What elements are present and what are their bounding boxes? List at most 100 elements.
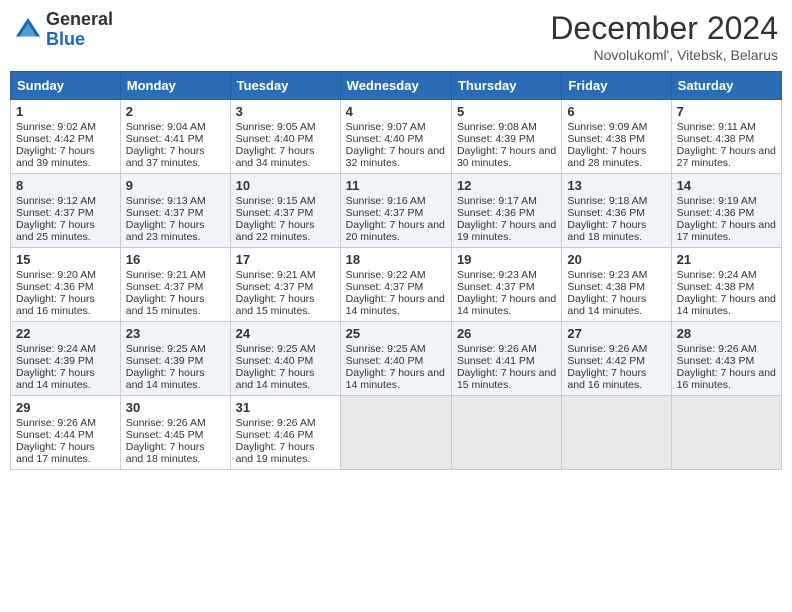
sunrise: Sunrise: 9:15 AM (236, 195, 316, 207)
calendar-week-4: 22Sunrise: 9:24 AMSunset: 4:39 PMDayligh… (11, 322, 782, 396)
sunset: Sunset: 4:40 PM (346, 355, 424, 367)
daylight: Daylight: 7 hours and 19 minutes. (457, 219, 556, 243)
calendar-cell: 12Sunrise: 9:17 AMSunset: 4:36 PMDayligh… (451, 174, 561, 248)
day-number: 3 (236, 104, 335, 119)
sunrise: Sunrise: 9:08 AM (457, 121, 537, 133)
day-number: 10 (236, 178, 335, 193)
day-number: 19 (457, 252, 556, 267)
calendar-cell: 21Sunrise: 9:24 AMSunset: 4:38 PMDayligh… (671, 248, 781, 322)
day-number: 29 (16, 400, 115, 415)
logo-icon (14, 16, 42, 44)
calendar-week-5: 29Sunrise: 9:26 AMSunset: 4:44 PMDayligh… (11, 396, 782, 470)
sunrise: Sunrise: 9:12 AM (16, 195, 96, 207)
sunrise: Sunrise: 9:26 AM (567, 343, 647, 355)
calendar-week-3: 15Sunrise: 9:20 AMSunset: 4:36 PMDayligh… (11, 248, 782, 322)
sunrise: Sunrise: 9:26 AM (126, 417, 206, 429)
calendar-cell: 23Sunrise: 9:25 AMSunset: 4:39 PMDayligh… (120, 322, 230, 396)
sunset: Sunset: 4:38 PM (567, 281, 645, 293)
daylight: Daylight: 7 hours and 34 minutes. (236, 145, 315, 169)
daylight: Daylight: 7 hours and 17 minutes. (16, 441, 95, 465)
calendar-cell: 25Sunrise: 9:25 AMSunset: 4:40 PMDayligh… (340, 322, 451, 396)
calendar-cell: 18Sunrise: 9:22 AMSunset: 4:37 PMDayligh… (340, 248, 451, 322)
calendar-cell: 9Sunrise: 9:13 AMSunset: 4:37 PMDaylight… (120, 174, 230, 248)
day-number: 2 (126, 104, 225, 119)
location-subtitle: Novolukoml', Vitebsk, Belarus (550, 47, 778, 63)
daylight: Daylight: 7 hours and 16 minutes. (16, 293, 95, 317)
sunset: Sunset: 4:38 PM (677, 133, 755, 145)
calendar-cell (562, 396, 671, 470)
calendar-cell: 24Sunrise: 9:25 AMSunset: 4:40 PMDayligh… (230, 322, 340, 396)
calendar-cell: 19Sunrise: 9:23 AMSunset: 4:37 PMDayligh… (451, 248, 561, 322)
calendar-cell: 16Sunrise: 9:21 AMSunset: 4:37 PMDayligh… (120, 248, 230, 322)
calendar-cell: 28Sunrise: 9:26 AMSunset: 4:43 PMDayligh… (671, 322, 781, 396)
sunset: Sunset: 4:40 PM (346, 133, 424, 145)
day-number: 11 (346, 178, 446, 193)
day-number: 27 (567, 326, 665, 341)
day-number: 5 (457, 104, 556, 119)
sunset: Sunset: 4:36 PM (457, 207, 535, 219)
calendar-cell (451, 396, 561, 470)
sunset: Sunset: 4:39 PM (126, 355, 204, 367)
title-block: December 2024 Novolukoml', Vitebsk, Bela… (550, 10, 778, 63)
daylight: Daylight: 7 hours and 15 minutes. (236, 293, 315, 317)
day-number: 18 (346, 252, 446, 267)
sunset: Sunset: 4:36 PM (567, 207, 645, 219)
page-header: General Blue December 2024 Novolukoml', … (10, 10, 782, 63)
calendar-cell: 8Sunrise: 9:12 AMSunset: 4:37 PMDaylight… (11, 174, 121, 248)
sunset: Sunset: 4:42 PM (16, 133, 94, 145)
daylight: Daylight: 7 hours and 19 minutes. (236, 441, 315, 465)
calendar-cell: 1Sunrise: 9:02 AMSunset: 4:42 PMDaylight… (11, 100, 121, 174)
daylight: Daylight: 7 hours and 17 minutes. (677, 219, 776, 243)
calendar-cell: 6Sunrise: 9:09 AMSunset: 4:38 PMDaylight… (562, 100, 671, 174)
daylight: Daylight: 7 hours and 25 minutes. (16, 219, 95, 243)
col-wednesday: Wednesday (340, 72, 451, 100)
daylight: Daylight: 7 hours and 15 minutes. (126, 293, 205, 317)
day-number: 20 (567, 252, 665, 267)
sunset: Sunset: 4:45 PM (126, 429, 204, 441)
logo-text: General Blue (46, 10, 113, 50)
daylight: Daylight: 7 hours and 23 minutes. (126, 219, 205, 243)
sunset: Sunset: 4:36 PM (677, 207, 755, 219)
calendar-table: Sunday Monday Tuesday Wednesday Thursday… (10, 71, 782, 470)
calendar-cell: 31Sunrise: 9:26 AMSunset: 4:46 PMDayligh… (230, 396, 340, 470)
sunrise: Sunrise: 9:24 AM (677, 269, 757, 281)
day-number: 1 (16, 104, 115, 119)
sunrise: Sunrise: 9:25 AM (346, 343, 426, 355)
daylight: Daylight: 7 hours and 14 minutes. (126, 367, 205, 391)
sunset: Sunset: 4:42 PM (567, 355, 645, 367)
sunset: Sunset: 4:39 PM (457, 133, 535, 145)
sunrise: Sunrise: 9:21 AM (126, 269, 206, 281)
logo-blue: Blue (46, 29, 85, 49)
calendar-cell: 14Sunrise: 9:19 AMSunset: 4:36 PMDayligh… (671, 174, 781, 248)
day-number: 14 (677, 178, 776, 193)
col-monday: Monday (120, 72, 230, 100)
sunrise: Sunrise: 9:04 AM (126, 121, 206, 133)
sunset: Sunset: 4:43 PM (677, 355, 755, 367)
daylight: Daylight: 7 hours and 39 minutes. (16, 145, 95, 169)
day-number: 31 (236, 400, 335, 415)
sunrise: Sunrise: 9:17 AM (457, 195, 537, 207)
daylight: Daylight: 7 hours and 14 minutes. (567, 293, 646, 317)
day-number: 13 (567, 178, 665, 193)
sunset: Sunset: 4:36 PM (16, 281, 94, 293)
sunset: Sunset: 4:44 PM (16, 429, 94, 441)
calendar-cell (671, 396, 781, 470)
day-number: 23 (126, 326, 225, 341)
sunrise: Sunrise: 9:23 AM (457, 269, 537, 281)
sunrise: Sunrise: 9:23 AM (567, 269, 647, 281)
calendar-cell: 11Sunrise: 9:16 AMSunset: 4:37 PMDayligh… (340, 174, 451, 248)
header-row: Sunday Monday Tuesday Wednesday Thursday… (11, 72, 782, 100)
sunrise: Sunrise: 9:11 AM (677, 121, 756, 133)
daylight: Daylight: 7 hours and 16 minutes. (567, 367, 646, 391)
sunrise: Sunrise: 9:20 AM (16, 269, 96, 281)
day-number: 7 (677, 104, 776, 119)
daylight: Daylight: 7 hours and 27 minutes. (677, 145, 776, 169)
daylight: Daylight: 7 hours and 18 minutes. (567, 219, 646, 243)
day-number: 6 (567, 104, 665, 119)
daylight: Daylight: 7 hours and 15 minutes. (457, 367, 556, 391)
sunrise: Sunrise: 9:21 AM (236, 269, 316, 281)
daylight: Daylight: 7 hours and 14 minutes. (16, 367, 95, 391)
calendar-cell: 17Sunrise: 9:21 AMSunset: 4:37 PMDayligh… (230, 248, 340, 322)
daylight: Daylight: 7 hours and 30 minutes. (457, 145, 556, 169)
sunrise: Sunrise: 9:26 AM (236, 417, 316, 429)
